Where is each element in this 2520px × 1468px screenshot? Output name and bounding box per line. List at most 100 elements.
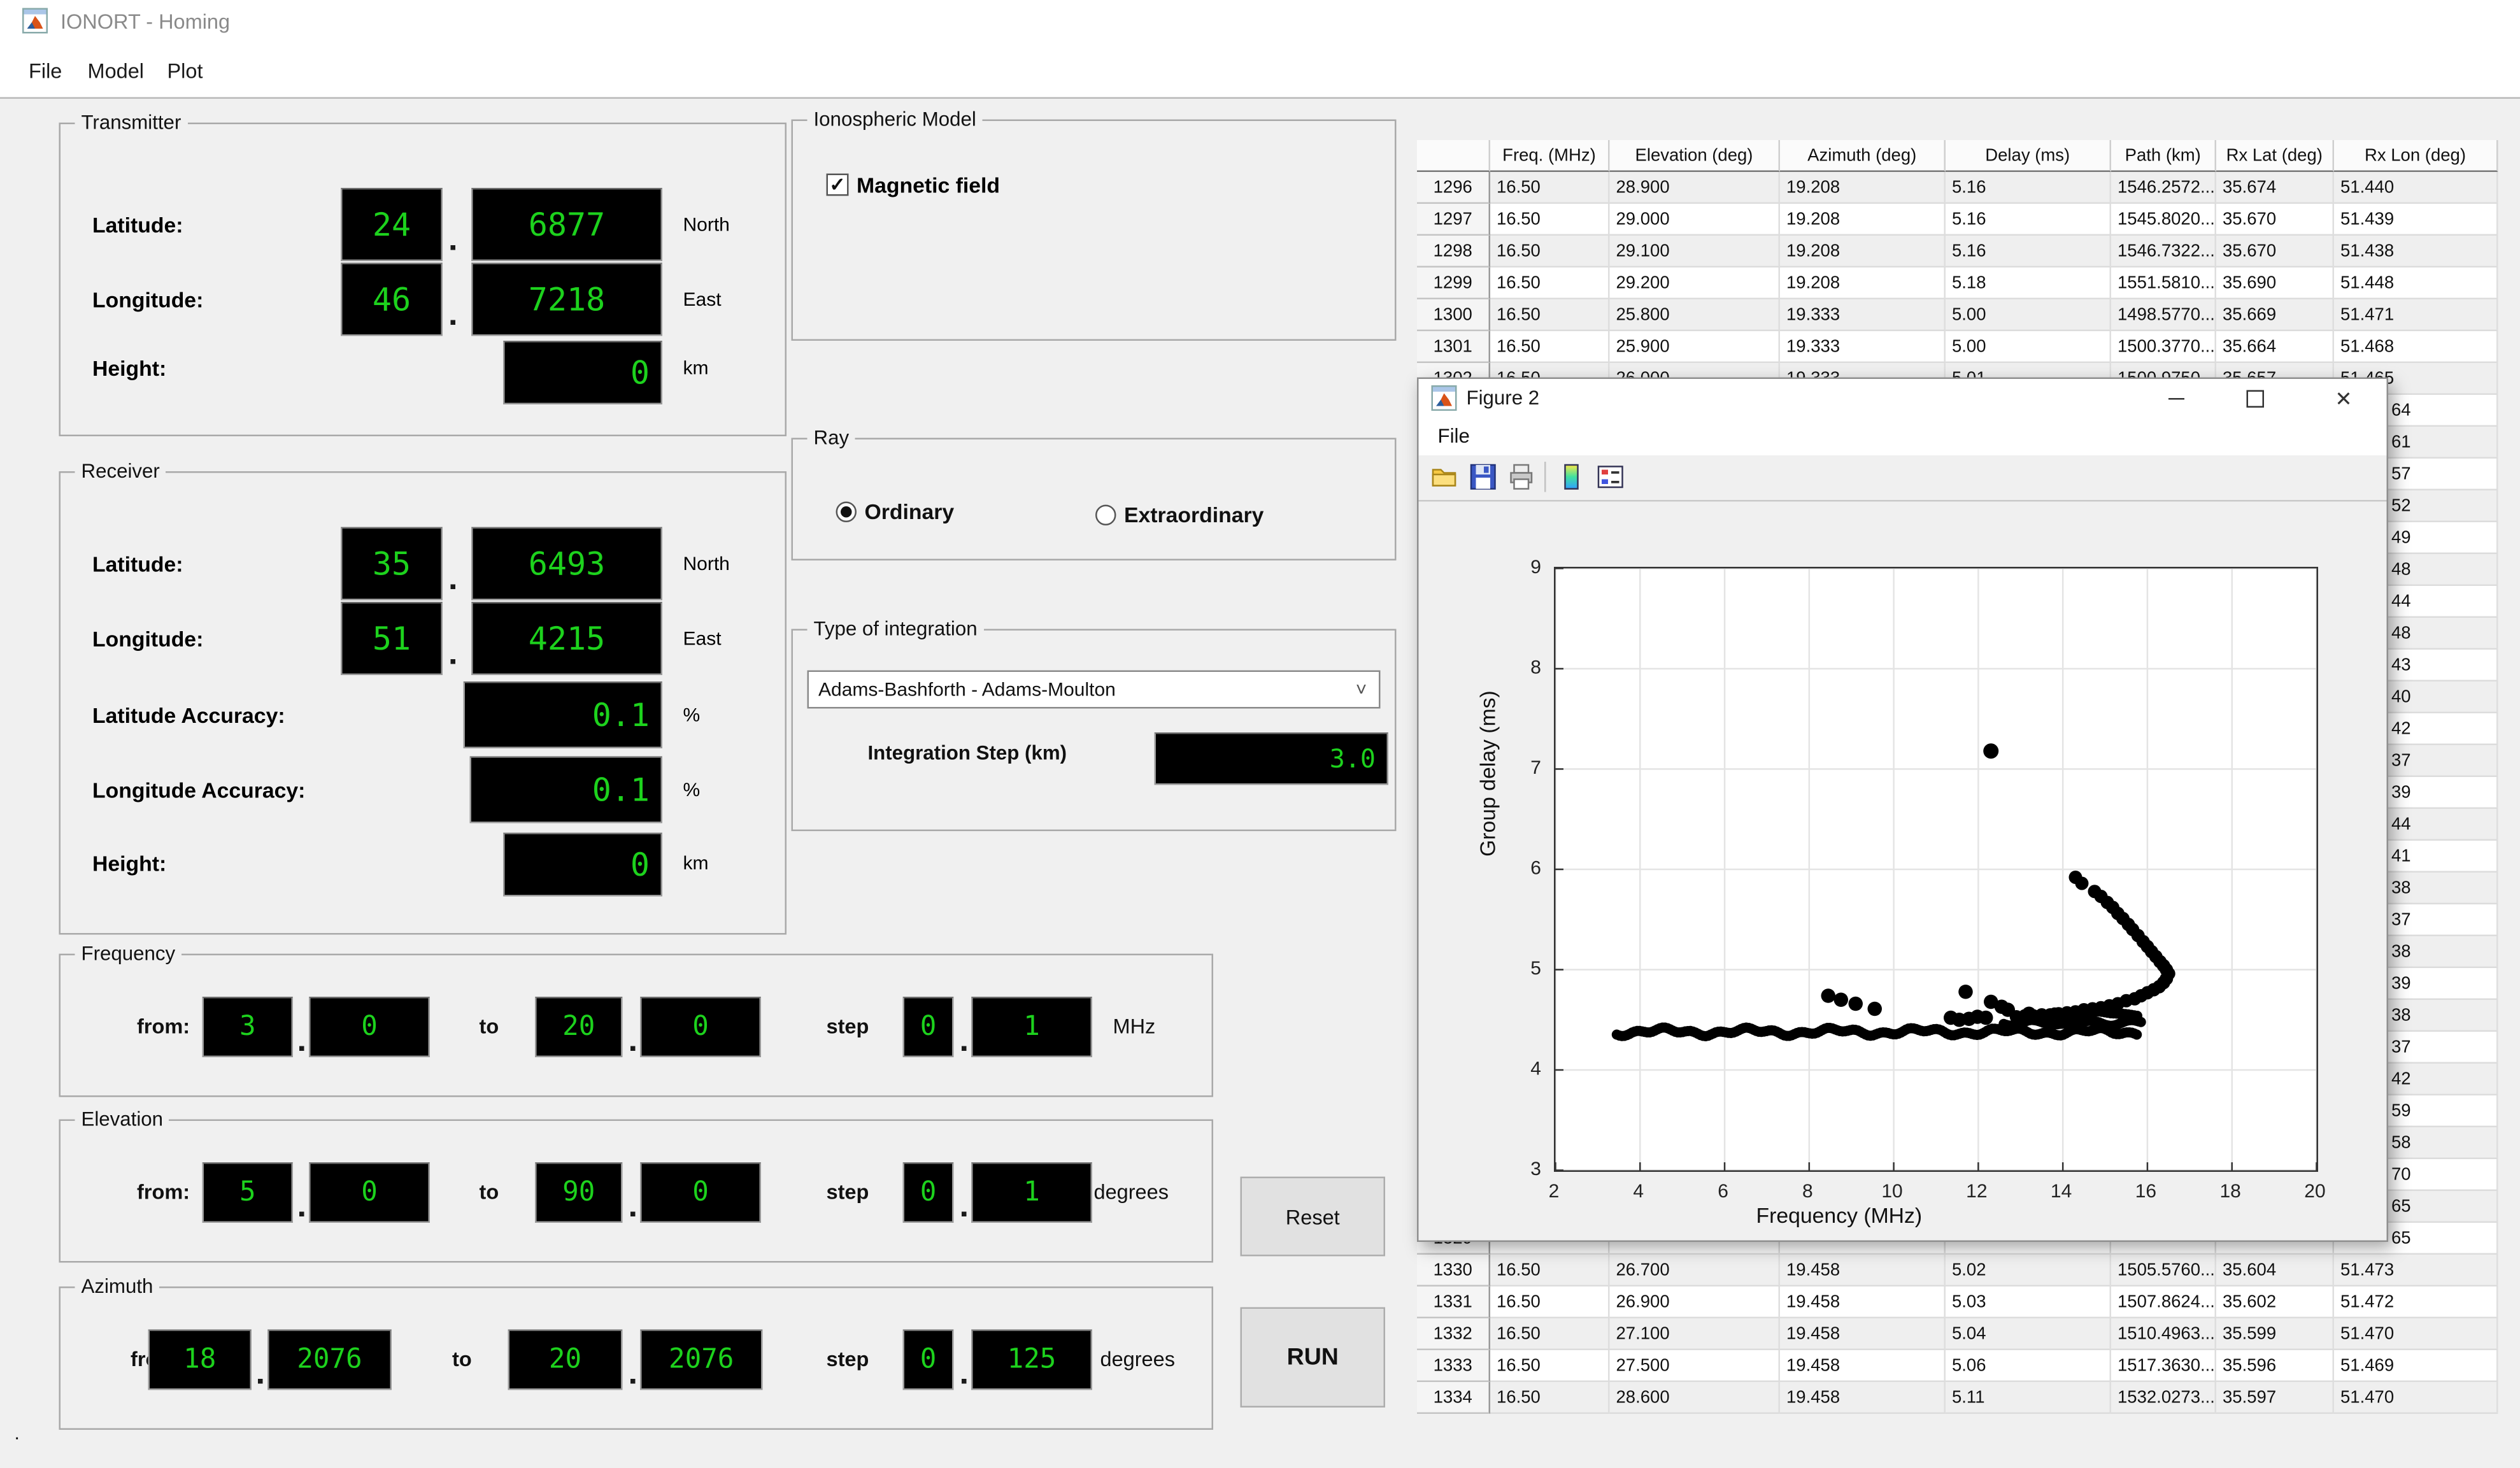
save-icon[interactable] bbox=[1468, 462, 1498, 492]
table-row[interactable]: 130116.5025.90019.3335.001500.3770...35.… bbox=[1417, 331, 2498, 363]
table-row[interactable]: 133116.5026.90019.4585.031507.8624...35.… bbox=[1417, 1286, 2498, 1318]
table-cell: 16.50 bbox=[1490, 299, 1610, 331]
table-cell: 35.674 bbox=[2216, 172, 2334, 204]
tx-latitude-int-field[interactable]: 24 bbox=[341, 188, 443, 261]
tx-latitude-frac-field[interactable]: 6877 bbox=[471, 188, 662, 261]
azimuth-step-int-field[interactable]: 0 bbox=[903, 1330, 954, 1390]
table-header-Rx Lat (deg)[interactable]: Rx Lat (deg) bbox=[2216, 140, 2334, 172]
close-icon[interactable]: ✕ bbox=[2304, 379, 2384, 419]
table-header-Rx Lon (deg)[interactable]: Rx Lon (deg) bbox=[2334, 140, 2498, 172]
azimuth-step-frac-field[interactable]: 125 bbox=[971, 1330, 1092, 1390]
elevation-step-frac-field[interactable]: 1 bbox=[971, 1162, 1092, 1223]
frequency-from-int-field[interactable]: 3 bbox=[203, 997, 294, 1057]
extraordinary-radio[interactable] bbox=[1095, 505, 1116, 526]
table-header-Freq. (MHz)[interactable]: Freq. (MHz) bbox=[1490, 140, 1610, 172]
reset-button[interactable]: Reset bbox=[1241, 1177, 1386, 1257]
rx-latitude-label: Latitude: bbox=[92, 553, 183, 577]
y-tick-label: 7 bbox=[1513, 757, 1541, 779]
table-cell: 35.602 bbox=[2216, 1286, 2334, 1318]
table-header-Azimuth (deg)[interactable]: Azimuth (deg) bbox=[1780, 140, 1946, 172]
y-tick-label: 6 bbox=[1513, 857, 1541, 879]
table-header-Delay (ms)[interactable]: Delay (ms) bbox=[1946, 140, 2111, 172]
elevation-to-int-field[interactable]: 90 bbox=[535, 1162, 623, 1223]
figure-menu-file[interactable]: File bbox=[1438, 425, 1470, 448]
maximize-icon[interactable] bbox=[2219, 379, 2291, 419]
elevation-step-int-field[interactable]: 0 bbox=[903, 1162, 954, 1223]
magnetic-field-checkbox[interactable]: ✓ bbox=[827, 174, 849, 196]
ordinary-radio[interactable] bbox=[836, 502, 857, 523]
rx-lat-accuracy-label: Latitude Accuracy: bbox=[92, 704, 285, 728]
table-cell: 1517.3630... bbox=[2111, 1350, 2216, 1382]
table-cell: 19.333 bbox=[1780, 299, 1946, 331]
rx-lat-accuracy-field[interactable]: 0.1 bbox=[464, 681, 663, 748]
matlab-app-icon bbox=[22, 8, 48, 34]
table-cell: 19.458 bbox=[1780, 1350, 1946, 1382]
table-header-Elevation (deg)[interactable]: Elevation (deg) bbox=[1610, 140, 1781, 172]
elevation-from-int-field[interactable]: 5 bbox=[203, 1162, 294, 1223]
frequency-step-frac-field[interactable]: 1 bbox=[971, 997, 1092, 1057]
table-row[interactable]: 129716.5029.00019.2085.161545.8020...35.… bbox=[1417, 204, 2498, 236]
table-cell: 1500.3770... bbox=[2111, 331, 2216, 363]
rx-longitude-frac-field[interactable]: 4215 bbox=[471, 602, 662, 675]
azimuth-from-int-field[interactable]: 18 bbox=[148, 1330, 252, 1390]
table-header-Path (km)[interactable]: Path (km) bbox=[2111, 140, 2216, 172]
minimize-icon[interactable] bbox=[2140, 379, 2212, 419]
tx-longitude-frac-field[interactable]: 7218 bbox=[471, 263, 662, 336]
integration-method-dropdown[interactable]: Adams-Bashforth - Adams-Moulton ˅ bbox=[808, 671, 1381, 709]
table-row[interactable]: 129616.5028.90019.2085.161546.2572...35.… bbox=[1417, 172, 2498, 204]
elevation-to-frac-field[interactable]: 0 bbox=[640, 1162, 761, 1223]
frequency-step-int-field[interactable]: 0 bbox=[903, 997, 954, 1057]
menu-plot[interactable]: Plot bbox=[159, 56, 211, 87]
rx-latitude-frac-field[interactable]: 6493 bbox=[471, 527, 662, 601]
table-cell: 5.11 bbox=[1946, 1382, 2111, 1414]
table-row[interactable]: 129916.5029.20019.2085.181551.5810...35.… bbox=[1417, 267, 2498, 299]
rx-latitude-int-field[interactable]: 35 bbox=[341, 527, 443, 601]
rx-lon-accuracy-field[interactable]: 0.1 bbox=[470, 757, 663, 823]
run-button[interactable]: RUN bbox=[1241, 1308, 1386, 1408]
tx-height-field[interactable]: 0 bbox=[503, 341, 662, 404]
azimuth-to-int-field[interactable]: 20 bbox=[508, 1330, 623, 1390]
table-cell: 5.04 bbox=[1946, 1318, 2111, 1350]
azimuth-to-frac-field[interactable]: 2076 bbox=[640, 1330, 763, 1390]
table-cell: 16.50 bbox=[1490, 331, 1610, 363]
integration-step-field[interactable]: 3.0 bbox=[1155, 732, 1389, 785]
table-row[interactable]: 133016.5026.70019.4585.021505.5760...35.… bbox=[1417, 1255, 2498, 1286]
row-number: 1296 bbox=[1417, 172, 1490, 204]
row-number: 1298 bbox=[1417, 236, 1490, 267]
table-cell: 51.470 bbox=[2334, 1382, 2498, 1414]
menu-file[interactable]: File bbox=[21, 56, 70, 87]
table-header-rownum[interactable] bbox=[1417, 140, 1490, 172]
frequency-step-label: step bbox=[827, 1015, 869, 1039]
table-cell: 1545.8020... bbox=[2111, 204, 2216, 236]
elevation-from-frac-field[interactable]: 0 bbox=[309, 1162, 430, 1223]
menu-model[interactable]: Model bbox=[80, 56, 152, 87]
table-cell: 16.50 bbox=[1490, 1286, 1610, 1318]
table-cell: 28.900 bbox=[1610, 172, 1781, 204]
rx-height-field[interactable]: 0 bbox=[503, 833, 662, 897]
table-row[interactable]: 133316.5027.50019.4585.061517.3630...35.… bbox=[1417, 1350, 2498, 1382]
table-cell: 27.500 bbox=[1610, 1350, 1781, 1382]
chevron-down-icon[interactable]: ˅ bbox=[1347, 675, 1376, 704]
table-row[interactable]: 130016.5025.80019.3335.001498.5770...35.… bbox=[1417, 299, 2498, 331]
table-row[interactable]: 133416.5028.60019.4585.111532.0273...35.… bbox=[1417, 1382, 2498, 1414]
colorbar-icon[interactable] bbox=[1557, 462, 1588, 492]
y-tick-label: 9 bbox=[1513, 556, 1541, 578]
frequency-to-int-field[interactable]: 20 bbox=[535, 997, 623, 1057]
rx-lon-accuracy-unit: % bbox=[683, 779, 701, 801]
open-folder-icon[interactable] bbox=[1430, 462, 1460, 492]
main-menu-bar: File Model Plot bbox=[0, 41, 2520, 97]
tx-longitude-int-field[interactable]: 46 bbox=[341, 263, 443, 336]
decimal-dot bbox=[630, 1212, 636, 1217]
table-cell: 35.669 bbox=[2216, 299, 2334, 331]
frequency-to-frac-field[interactable]: 0 bbox=[640, 997, 761, 1057]
table-cell: 5.16 bbox=[1946, 172, 2111, 204]
print-icon[interactable] bbox=[1506, 462, 1537, 492]
table-row[interactable]: 133216.5027.10019.4585.041510.4963...35.… bbox=[1417, 1318, 2498, 1350]
integration-step-label: Integration Step (km) bbox=[868, 742, 1067, 764]
legend-icon[interactable] bbox=[1595, 462, 1626, 492]
table-row[interactable]: 129816.5029.10019.2085.161546.7322...35.… bbox=[1417, 236, 2498, 267]
azimuth-from-frac-field[interactable]: 2076 bbox=[267, 1330, 392, 1390]
y-tick-label: 3 bbox=[1513, 1158, 1541, 1180]
frequency-from-frac-field[interactable]: 0 bbox=[309, 997, 430, 1057]
rx-longitude-int-field[interactable]: 51 bbox=[341, 602, 443, 675]
